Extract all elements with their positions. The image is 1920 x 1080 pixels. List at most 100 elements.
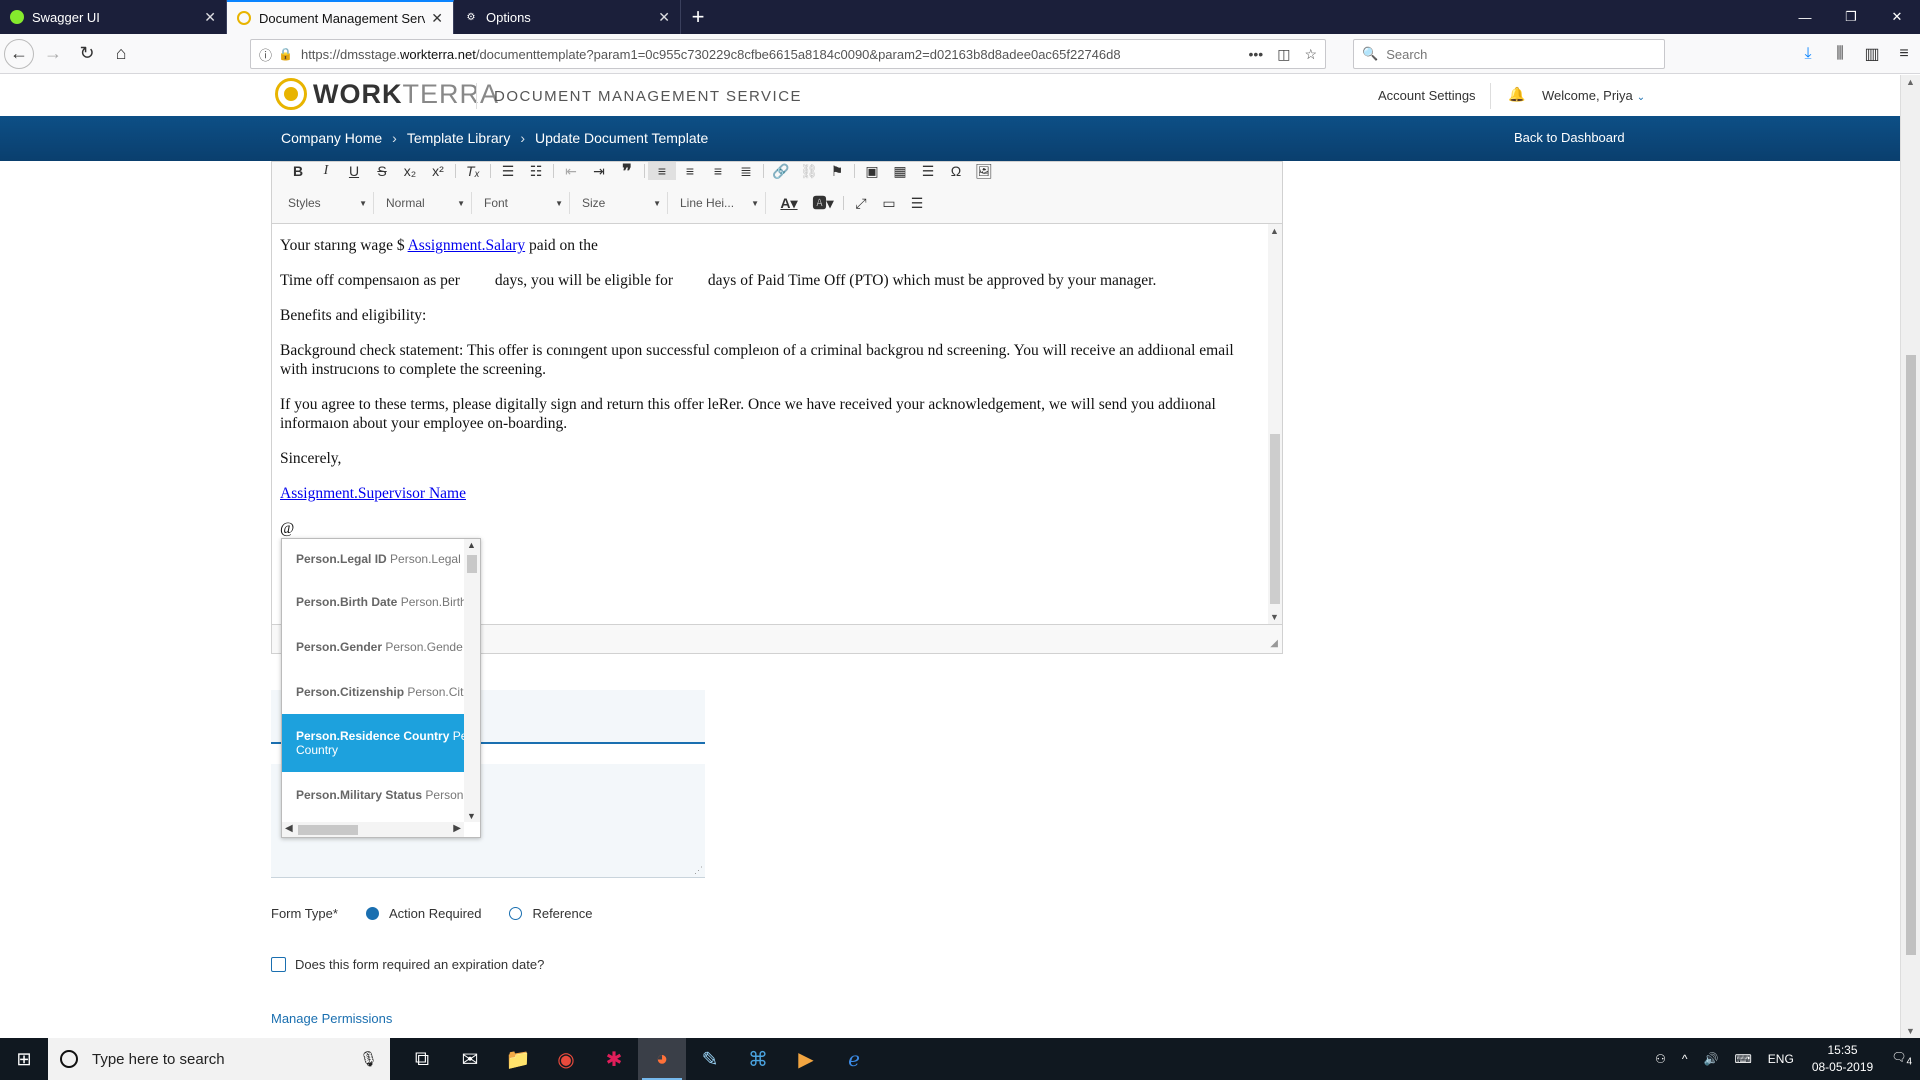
library-icon[interactable]: ⫼ [1824,45,1856,63]
scroll-down-icon[interactable]: ▼ [1270,612,1279,622]
scrollbar-thumb[interactable] [467,555,477,573]
font-dropdown[interactable]: Font ▼ [478,192,570,214]
scrollbar-thumb[interactable] [1906,355,1916,955]
file-explorer-icon[interactable]: 📁 [494,1038,542,1080]
page-scrollbar[interactable]: ▲ ▼ [1900,75,1920,1038]
url-bar[interactable]: ⓘ 🔒 https://dmsstage.workterra.net/docum… [250,39,1326,69]
autocomplete-item[interactable]: Person.Birth Date Person.Birth [282,579,464,624]
scroll-up-icon[interactable]: ▲ [467,540,476,550]
breadcrumb-company-home[interactable]: Company Home [281,130,382,146]
scrollbar-thumb[interactable] [1270,434,1280,604]
firefox-icon[interactable]: ◕ [638,1038,686,1080]
menu-icon[interactable]: ≡ [1888,45,1920,63]
horizontal-rule-icon[interactable]: ☰ [914,162,942,180]
insert-image-icon[interactable]: 🖼 [970,162,998,180]
back-to-dashboard-link[interactable]: Back to Dashboard [1514,130,1625,145]
info-icon[interactable]: ⓘ [259,45,272,64]
volume-icon[interactable]: 🔊 [1704,1052,1719,1066]
autocomplete-hscrollbar[interactable]: ◀ ▶ [282,822,464,837]
autocomplete-item[interactable]: Person.Military Status Person [282,772,464,817]
supervisor-placeholder-link[interactable]: Assignment.Supervisor Name [280,485,466,502]
superscript-button[interactable]: x² [424,162,452,180]
align-center-icon[interactable]: ≡ [676,162,704,180]
restore-icon[interactable]: ❐ [1828,0,1874,34]
tab-options[interactable]: ⚙ Options ✕ [454,0,681,34]
scroll-down-icon[interactable]: ▼ [1906,1026,1915,1036]
outdent-icon[interactable]: ⇤ [557,162,585,180]
close-window-icon[interactable]: ✕ [1874,0,1920,34]
autocomplete-item[interactable]: Person.Gender Person.Gende [282,624,464,669]
edge-icon[interactable]: ℯ [830,1038,878,1080]
task-view-icon[interactable]: ⧉ [398,1038,446,1080]
scroll-down-icon[interactable]: ▼ [467,811,476,821]
link-icon[interactable]: 🔗 [767,162,795,180]
text-color-icon[interactable]: A▾ [772,194,806,212]
size-dropdown[interactable]: Size ▼ [576,192,668,214]
subscript-button[interactable]: x₂ [396,162,424,180]
microphone-icon[interactable]: 🎙 [359,1050,378,1068]
home-icon[interactable]: ⌂ [106,39,136,69]
scroll-up-icon[interactable]: ▲ [1270,226,1279,236]
scroll-left-icon[interactable]: ◀ [285,823,293,834]
indent-icon[interactable]: ⇥ [585,162,613,180]
download-icon[interactable]: ⤓ [1792,45,1824,63]
chevron-up-icon[interactable]: ^ [1682,1052,1688,1066]
action-required-label[interactable]: Action Required [389,906,482,921]
notification-icon[interactable]: 🗨4 [1891,1050,1912,1067]
action-required-radio[interactable] [365,907,379,920]
close-icon[interactable]: ✕ [204,9,216,26]
scroll-up-icon[interactable]: ▲ [1906,77,1915,87]
new-tab-button[interactable]: + [681,0,715,34]
minimize-icon[interactable]: — [1782,0,1828,34]
reference-label[interactable]: Reference [532,906,592,921]
media-player-icon[interactable]: ▶ [782,1038,830,1080]
justify-icon[interactable]: ≣ [732,162,760,180]
visual-studio-icon[interactable]: ⌘ [734,1038,782,1080]
welcome-menu[interactable]: Welcome, Priya ⌄ [1542,88,1645,103]
autocomplete-item[interactable]: Person.Legal ID Person.Legal [282,539,464,579]
remove-format-button[interactable]: Tₓ [459,162,487,180]
windows-start-icon[interactable]: ⊞ [0,1038,48,1080]
format-dropdown[interactable]: Normal ▼ [380,192,472,214]
notepad-icon[interactable]: ✎ [686,1038,734,1080]
scrollbar-thumb[interactable] [298,825,358,835]
mail-icon[interactable]: ✉ [446,1038,494,1080]
expiration-checkbox[interactable] [271,957,286,972]
expiration-label[interactable]: Does this form required an expiration da… [295,957,544,972]
url-text[interactable]: https://dmsstage.workterra.net/documentt… [301,47,1249,62]
reference-radio[interactable] [509,907,523,920]
numbered-list-icon[interactable]: ☰ [494,162,522,180]
line-height-dropdown[interactable]: Line Hei... ▼ [674,192,766,214]
page-break-icon[interactable]: ▭ [875,194,903,212]
blockquote-icon[interactable]: ❞ [613,161,641,181]
autocomplete-item[interactable]: Person.Citizenship Person.Cit [282,669,464,714]
special-char-icon[interactable]: Ω [942,162,970,180]
workterra-logo[interactable]: WORKTERRA [275,78,499,110]
manage-permissions-link[interactable]: Manage Permissions [271,1011,392,1026]
forward-arrow-icon[interactable]: → [38,39,68,69]
show-blocks-icon[interactable]: ☰ [903,194,931,212]
autocomplete-item-selected[interactable]: Person.Residence Country Pe Country [282,714,464,772]
unlink-icon[interactable]: ⛓ [795,162,823,180]
bookmark-star-icon[interactable]: ☆ [1304,46,1317,63]
keyboard-icon[interactable]: ⌨ [1734,1052,1751,1066]
more-actions-icon[interactable]: ••• [1248,46,1263,63]
clock[interactable]: 15:35 08-05-2019 [1812,1042,1873,1076]
close-icon[interactable]: ✕ [658,9,670,26]
image-icon[interactable]: ▣ [858,162,886,180]
salary-placeholder-link[interactable]: Assignment.Salary [408,237,526,254]
table-icon[interactable]: ▦ [886,162,914,180]
tab-document-management[interactable]: Document Management Servic ✕ [227,0,454,34]
back-arrow-icon[interactable]: ← [4,38,34,69]
bulleted-list-icon[interactable]: ☷ [522,162,550,180]
resize-grip-icon[interactable]: ◢ [1270,638,1278,649]
align-right-icon[interactable]: ≡ [704,162,732,180]
bold-button[interactable]: B [284,162,312,180]
slack-icon[interactable]: ✱ [590,1038,638,1080]
tab-swagger-ui[interactable]: Swagger UI ✕ [0,0,227,34]
background-color-icon[interactable]: 🅰▾ [806,194,840,212]
browser-search-input[interactable]: 🔍 Search [1353,39,1665,69]
people-icon[interactable]: ⚇ [1655,1052,1666,1066]
scroll-right-icon[interactable]: ▶ [453,823,461,834]
editor-scrollbar[interactable]: ▲ ▼ [1268,224,1282,624]
